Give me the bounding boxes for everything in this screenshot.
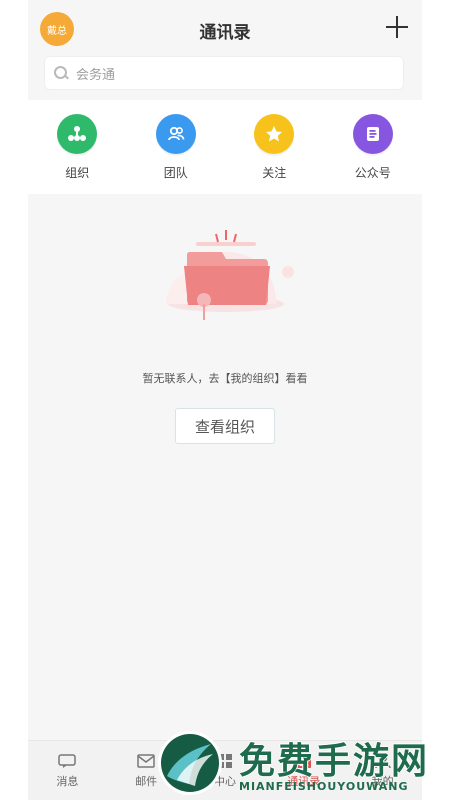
doc-icon bbox=[352, 114, 393, 154]
header: 戴总 通讯录 会务通 bbox=[28, 0, 422, 100]
empty-folder-illustration bbox=[156, 212, 296, 332]
tab-contacts[interactable]: 通讯录 bbox=[269, 753, 339, 789]
phone-screen: 戴总 通讯录 会务通 组织 团队 关注 公众号 暂无联系人，去【我的组织】看看 … bbox=[28, 0, 422, 800]
tab-label: 消息 bbox=[56, 775, 79, 788]
quick-action-label: 关注 bbox=[262, 166, 287, 180]
quick-action-public-account[interactable]: 公众号 bbox=[328, 114, 418, 181]
view-organization-button[interactable]: 查看组织 bbox=[175, 408, 275, 444]
grid-icon bbox=[215, 753, 235, 769]
tab-center[interactable]: 中心 bbox=[190, 753, 260, 789]
tab-mail[interactable]: 邮件 bbox=[111, 753, 181, 789]
quick-action-label: 公众号 bbox=[354, 166, 391, 180]
quick-action-label: 组织 bbox=[65, 166, 90, 180]
plus-icon[interactable] bbox=[384, 14, 410, 40]
org-icon bbox=[57, 114, 98, 154]
contacts-content: 暂无联系人，去【我的组织】看看 查看组织 bbox=[28, 194, 422, 744]
chat-icon bbox=[57, 753, 77, 769]
tab-label: 邮件 bbox=[135, 775, 158, 788]
tab-messages[interactable]: 消息 bbox=[32, 753, 102, 789]
tab-mine[interactable]: 我的 bbox=[348, 753, 418, 789]
empty-state-message: 暂无联系人，去【我的组织】看看 bbox=[142, 372, 308, 385]
quick-action-label: 团队 bbox=[163, 166, 188, 180]
tab-label: 我的 bbox=[371, 775, 394, 788]
search-input[interactable]: 会务通 bbox=[44, 56, 404, 90]
star-icon bbox=[254, 114, 295, 154]
mail-icon bbox=[136, 753, 156, 769]
quick-action-org[interactable]: 组织 bbox=[32, 114, 122, 181]
team-icon bbox=[155, 114, 196, 154]
user-icon bbox=[373, 753, 393, 769]
quick-action-team[interactable]: 团队 bbox=[131, 114, 221, 181]
tab-label: 通讯录 bbox=[287, 775, 321, 788]
tab-label: 中心 bbox=[213, 775, 236, 788]
contacts-icon bbox=[294, 753, 314, 769]
page-title: 通讯录 bbox=[199, 23, 251, 43]
quick-action-follow[interactable]: 关注 bbox=[229, 114, 319, 181]
search-icon bbox=[54, 66, 68, 80]
search-placeholder: 会务通 bbox=[76, 67, 116, 83]
quick-actions: 组织 团队 关注 公众号 bbox=[28, 100, 422, 194]
bottom-tabbar: 消息 邮件 中心 通讯录 我的 bbox=[28, 740, 422, 800]
